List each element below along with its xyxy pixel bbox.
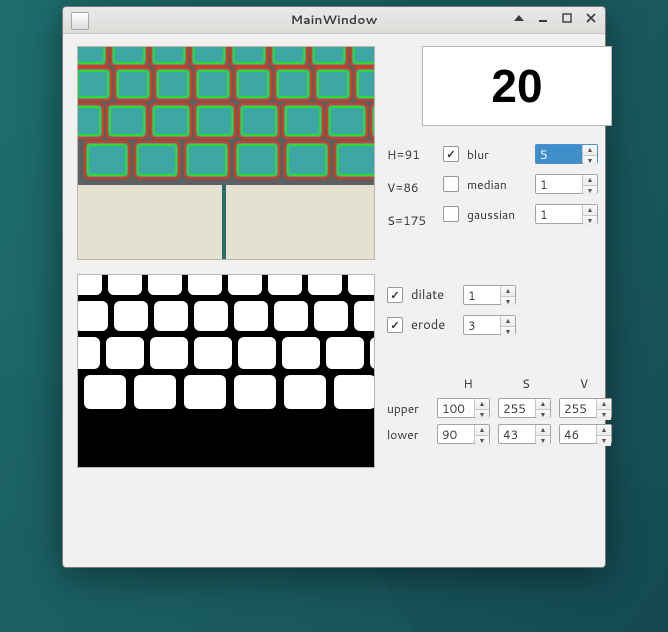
lower-s-value[interactable]: 43 [499, 425, 535, 443]
spin-up-icon[interactable]: ▲ [501, 316, 515, 327]
dilate-spinbox[interactable]: 1 ▲▼ [463, 285, 516, 305]
erode-value[interactable]: 3 [464, 316, 500, 334]
gaussian-label: gaussian [467, 206, 527, 223]
upper-label: upper [387, 400, 429, 417]
morph-controls: dilate 1 ▲▼ erode 3 ▲▼ [387, 285, 612, 335]
median-label: median [467, 176, 527, 193]
spin-down-icon[interactable]: ▼ [475, 436, 489, 446]
lower-label: lower [387, 426, 429, 443]
spin-down-icon[interactable]: ▼ [501, 297, 515, 307]
hsv-v-label: V=86 [387, 179, 433, 196]
spin-up-icon[interactable]: ▲ [597, 399, 611, 410]
erode-spinbox[interactable]: 3 ▲▼ [463, 315, 516, 335]
blur-label: blur [467, 146, 527, 163]
blur-spinbox[interactable]: 5 ▲▼ [535, 144, 598, 164]
lower-h-spinbox[interactable]: 90 ▲▼ [437, 424, 490, 444]
spin-down-icon[interactable]: ▼ [501, 327, 515, 337]
range-header-h: H [445, 375, 491, 392]
median-spinbox[interactable]: 1 ▲▼ [535, 174, 598, 194]
median-value[interactable]: 1 [536, 175, 582, 193]
dilate-checkbox[interactable] [387, 287, 403, 303]
hsv-h-label: H=91 [387, 146, 433, 163]
image-column [77, 46, 373, 553]
gaussian-spinbox[interactable]: 1 ▲▼ [535, 204, 598, 224]
close-button[interactable] [583, 10, 599, 26]
upper-h-spinbox[interactable]: 100 ▲▼ [437, 398, 490, 418]
upper-v-value[interactable]: 255 [560, 399, 596, 417]
dilate-label: dilate [411, 286, 455, 304]
controls-column: 20 H=91 V=86 S=175 blur 5 ▲▼ [387, 46, 612, 553]
spin-down-icon[interactable]: ▼ [536, 436, 550, 446]
spin-down-icon[interactable]: ▼ [597, 436, 611, 446]
gaussian-value[interactable]: 1 [536, 205, 582, 223]
main-window: MainWindow [62, 6, 606, 568]
titlebar[interactable]: MainWindow [63, 7, 605, 34]
color-preview-image [77, 46, 375, 260]
threshold-preview-image [77, 274, 375, 468]
spin-down-icon[interactable]: ▼ [583, 156, 597, 166]
morph-row-dilate: dilate 1 ▲▼ [387, 285, 612, 305]
hsv-s-label: S=175 [387, 212, 433, 229]
spin-down-icon[interactable]: ▼ [536, 410, 550, 420]
filter-row-gaussian: gaussian 1 ▲▼ [443, 204, 598, 224]
blur-value[interactable]: 5 [536, 145, 582, 163]
spin-down-icon[interactable]: ▼ [583, 216, 597, 226]
spin-up-icon[interactable]: ▲ [583, 175, 597, 186]
range-row-upper: upper 100 ▲▼ 255 ▲▼ 255 ▲▼ [387, 398, 612, 418]
spin-up-icon[interactable]: ▲ [536, 399, 550, 410]
spin-up-icon[interactable]: ▲ [501, 286, 515, 297]
upper-h-value[interactable]: 100 [438, 399, 474, 417]
spin-up-icon[interactable]: ▲ [583, 205, 597, 216]
spin-up-icon[interactable]: ▲ [475, 425, 489, 436]
lower-v-spinbox[interactable]: 46 ▲▼ [559, 424, 612, 444]
lower-h-value[interactable]: 90 [438, 425, 474, 443]
desktop: MainWindow [0, 0, 668, 632]
range-header: H S V [445, 375, 612, 392]
upper-v-spinbox[interactable]: 255 ▲▼ [559, 398, 612, 418]
count-display: 20 [422, 46, 612, 126]
filter-row-median: median 1 ▲▼ [443, 174, 598, 194]
filter-controls: blur 5 ▲▼ median 1 ▲▼ [443, 144, 598, 229]
spin-down-icon[interactable]: ▼ [475, 410, 489, 420]
erode-checkbox[interactable] [387, 317, 403, 333]
app-icon [71, 12, 89, 30]
upper-s-spinbox[interactable]: 255 ▲▼ [498, 398, 551, 418]
erode-label: erode [411, 316, 455, 334]
range-header-s: S [503, 375, 549, 392]
window-controls [511, 10, 599, 26]
blur-checkbox[interactable] [443, 146, 459, 162]
minimize-button[interactable] [535, 10, 551, 26]
hsv-range-controls: H S V upper 100 ▲▼ 255 ▲▼ [387, 375, 612, 444]
gaussian-checkbox[interactable] [443, 206, 459, 222]
spin-up-icon[interactable]: ▲ [536, 425, 550, 436]
spin-down-icon[interactable]: ▼ [597, 410, 611, 420]
maximize-button[interactable] [559, 10, 575, 26]
filter-row-blur: blur 5 ▲▼ [443, 144, 598, 164]
range-header-v: V [561, 375, 607, 392]
window-title: MainWindow [291, 11, 378, 29]
upper-s-value[interactable]: 255 [499, 399, 535, 417]
dilate-value[interactable]: 1 [464, 286, 500, 304]
lower-v-value[interactable]: 46 [560, 425, 596, 443]
range-row-lower: lower 90 ▲▼ 43 ▲▼ 46 ▲▼ [387, 424, 612, 444]
window-menu-button[interactable] [511, 10, 527, 26]
median-checkbox[interactable] [443, 176, 459, 192]
spin-up-icon[interactable]: ▲ [597, 425, 611, 436]
spin-up-icon[interactable]: ▲ [475, 399, 489, 410]
content-area: 20 H=91 V=86 S=175 blur 5 ▲▼ [63, 34, 605, 567]
hsv-readout: H=91 V=86 S=175 [387, 144, 433, 229]
filter-block: H=91 V=86 S=175 blur 5 ▲▼ [387, 144, 612, 229]
morph-row-erode: erode 3 ▲▼ [387, 315, 612, 335]
lower-s-spinbox[interactable]: 43 ▲▼ [498, 424, 551, 444]
spin-down-icon[interactable]: ▼ [583, 186, 597, 196]
spin-up-icon[interactable]: ▲ [583, 145, 597, 156]
